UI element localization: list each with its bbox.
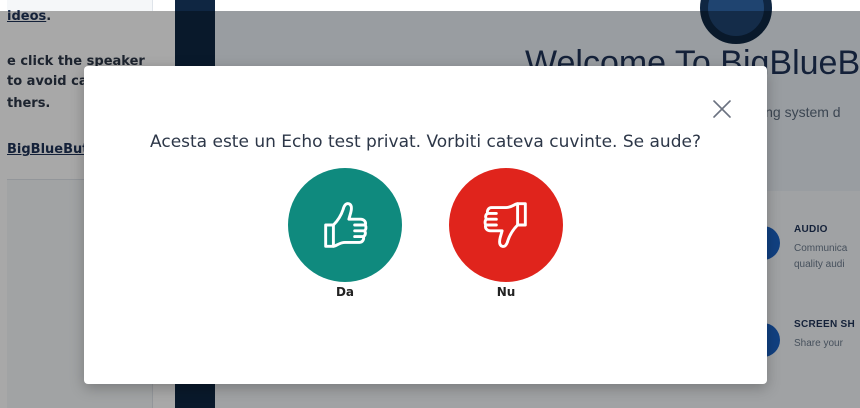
yes-button[interactable]: Da bbox=[288, 168, 402, 299]
yes-label: Da bbox=[335, 285, 355, 299]
no-button[interactable]: Nu bbox=[449, 168, 563, 299]
no-button-circle[interactable] bbox=[449, 168, 563, 282]
thumbs-down-icon bbox=[483, 202, 527, 248]
close-icon bbox=[713, 100, 731, 118]
yes-button-circle[interactable] bbox=[288, 168, 402, 282]
thumbs-up-icon bbox=[324, 202, 368, 248]
echo-test-modal: Acesta este un Echo test privat. Vorbiti… bbox=[84, 66, 767, 384]
close-button[interactable] bbox=[709, 96, 735, 122]
echo-test-question: Acesta este un Echo test privat. Vorbiti… bbox=[150, 132, 701, 152]
no-label: Nu bbox=[496, 285, 516, 299]
